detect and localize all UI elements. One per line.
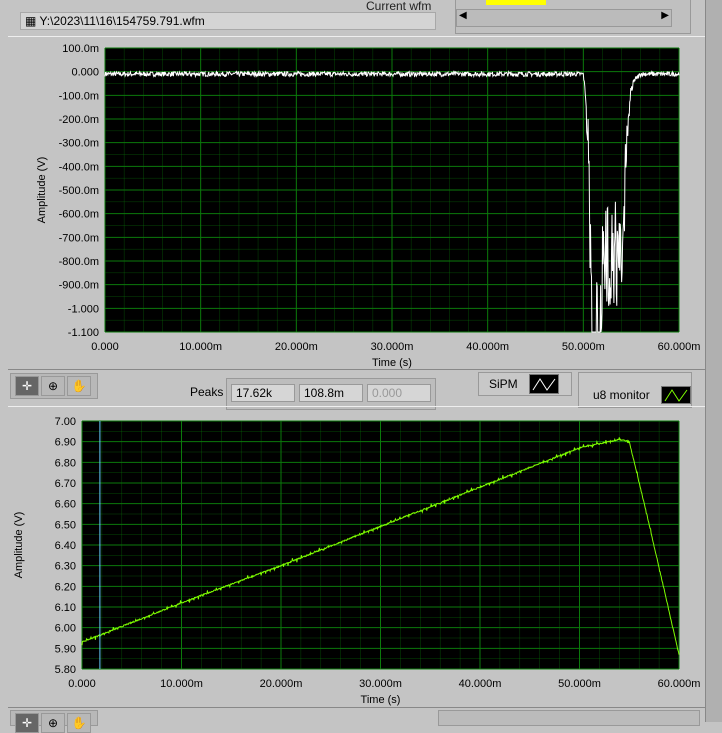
x-tick-label: 30.000m — [359, 678, 402, 690]
x-tick-label: 20.000m — [260, 678, 303, 690]
x-tick-label: 30.000m — [371, 341, 414, 353]
y-tick-label: -300.0m — [59, 138, 99, 150]
y-tick-label: 5.90 — [55, 643, 76, 655]
table-cell-highlight — [486, 0, 546, 5]
x-tick-label: 10.000m — [179, 341, 222, 353]
legend-u8[interactable]: u8 monitor — [578, 372, 692, 408]
wfm-table[interactable]: ◀ ▶ — [455, 0, 691, 34]
current-wfm-label: Current wfm — [366, 0, 432, 13]
zoom-tool-icon[interactable]: ⊕ — [41, 713, 65, 733]
y-tick-label: 6.70 — [55, 478, 76, 490]
cursor-tool-icon[interactable]: ✛ — [15, 713, 39, 733]
y-tick-label: 6.10 — [55, 602, 76, 614]
y-tick-label: 0.000 — [71, 67, 99, 79]
pan-hand-icon[interactable]: ✋ — [67, 713, 91, 733]
y-tick-label: -1.000 — [68, 303, 99, 315]
sipm-line-icon — [529, 374, 559, 394]
x-tick-label: 50.000m — [558, 678, 601, 690]
x-tick-label: 20.000m — [275, 341, 318, 353]
file-path-field[interactable]: ▦ Y:\2023\11\16\154759.791.wfm — [20, 12, 436, 30]
y-tick-label: -900.0m — [59, 280, 99, 292]
peak-value-1[interactable]: 108.8m — [299, 384, 363, 402]
pan-hand-icon[interactable]: ✋ — [67, 376, 91, 396]
y-tick-label: 6.90 — [55, 437, 76, 449]
scroll-left-icon[interactable]: ◀ — [459, 10, 467, 21]
horizontal-scrollbar[interactable]: ◀ ▶ — [456, 9, 672, 27]
bottom-control — [438, 710, 700, 726]
x-tick-label: 40.000m — [459, 678, 502, 690]
u8-line-icon — [661, 386, 691, 404]
y-tick-label: -500.0m — [59, 185, 99, 197]
sipm-graph-panel: 100.0m 0.000 -100.0m -200.0m -300.0m -400.0m -… — [8, 36, 705, 370]
y-tick-label: 6.60 — [55, 499, 76, 511]
y-tick-label: -200.0m — [59, 114, 99, 126]
sipm-graph[interactable]: 100.0m 0.000 -100.0m -200.0m -300.0m -400.0m -… — [8, 37, 705, 369]
y-tick-label: -100.0m — [59, 90, 99, 102]
y-tick-label: 6.00 — [55, 623, 76, 635]
peak-value-0[interactable]: 17.62k — [231, 384, 295, 402]
x-axis-label: Time (s) — [372, 357, 412, 369]
y-tick-label: 100.0m — [62, 43, 99, 55]
x-axis-label: Time (s) — [361, 694, 401, 706]
y-tick-label: 6.80 — [55, 457, 76, 469]
legend-u8-label: u8 monitor — [593, 388, 650, 402]
y-tick-label: -700.0m — [59, 232, 99, 244]
x-tick-label: 50.000m — [562, 341, 605, 353]
peaks-label: Peaks — [190, 385, 224, 399]
window-edge — [705, 0, 722, 722]
cursor-tool-icon[interactable]: ✛ — [15, 376, 39, 396]
y-tick-label: 6.40 — [55, 540, 76, 552]
graph-palette-1: ✛ ⊕ ✋ — [10, 373, 98, 399]
x-tick-label: 60.000m — [658, 678, 701, 690]
zoom-tool-icon[interactable]: ⊕ — [41, 376, 65, 396]
legend-sipm-label: SiPM — [489, 377, 518, 391]
y-tick-label: -600.0m — [59, 209, 99, 221]
x-tick-label: 10.000m — [160, 678, 203, 690]
u8-graph[interactable]: 7.00 6.90 6.80 6.70 6.60 6.50 6.40 6.30 6.20 6.10… — [8, 407, 705, 707]
graph-palette-2: ✛ ⊕ ✋ — [10, 710, 98, 733]
x-tick-label: 40.000m — [466, 341, 509, 353]
peak-value-2[interactable]: 0.000 — [367, 384, 431, 402]
x-tick-label: 0.000 — [91, 341, 119, 353]
scroll-right-icon[interactable]: ▶ — [661, 10, 669, 21]
x-tick-label: 0.000 — [68, 678, 96, 690]
y-tick-label: 6.20 — [55, 581, 76, 593]
x-tick-label: 60.000m — [658, 341, 701, 353]
u8-graph-panel: 7.00 6.90 6.80 6.70 6.60 6.50 6.40 6.30 6.20 6.10… — [8, 406, 705, 708]
file-path: Y:\2023\11\16\154759.791.wfm — [39, 14, 205, 28]
y-tick-label: 5.80 — [55, 664, 76, 676]
y-tick-label: 6.30 — [55, 561, 76, 573]
y-tick-label: 6.50 — [55, 519, 76, 531]
y-tick-label: -1.100 — [68, 327, 99, 339]
y-tick-label: -800.0m — [59, 256, 99, 268]
y-tick-label: -400.0m — [59, 161, 99, 173]
legend-sipm[interactable]: SiPM — [478, 372, 572, 396]
path-icon: ▦ — [25, 14, 40, 28]
y-tick-label: 7.00 — [55, 416, 76, 428]
y-axis-label: Amplitude (V) — [13, 512, 25, 579]
y-axis-label: Amplitude (V) — [36, 157, 48, 224]
